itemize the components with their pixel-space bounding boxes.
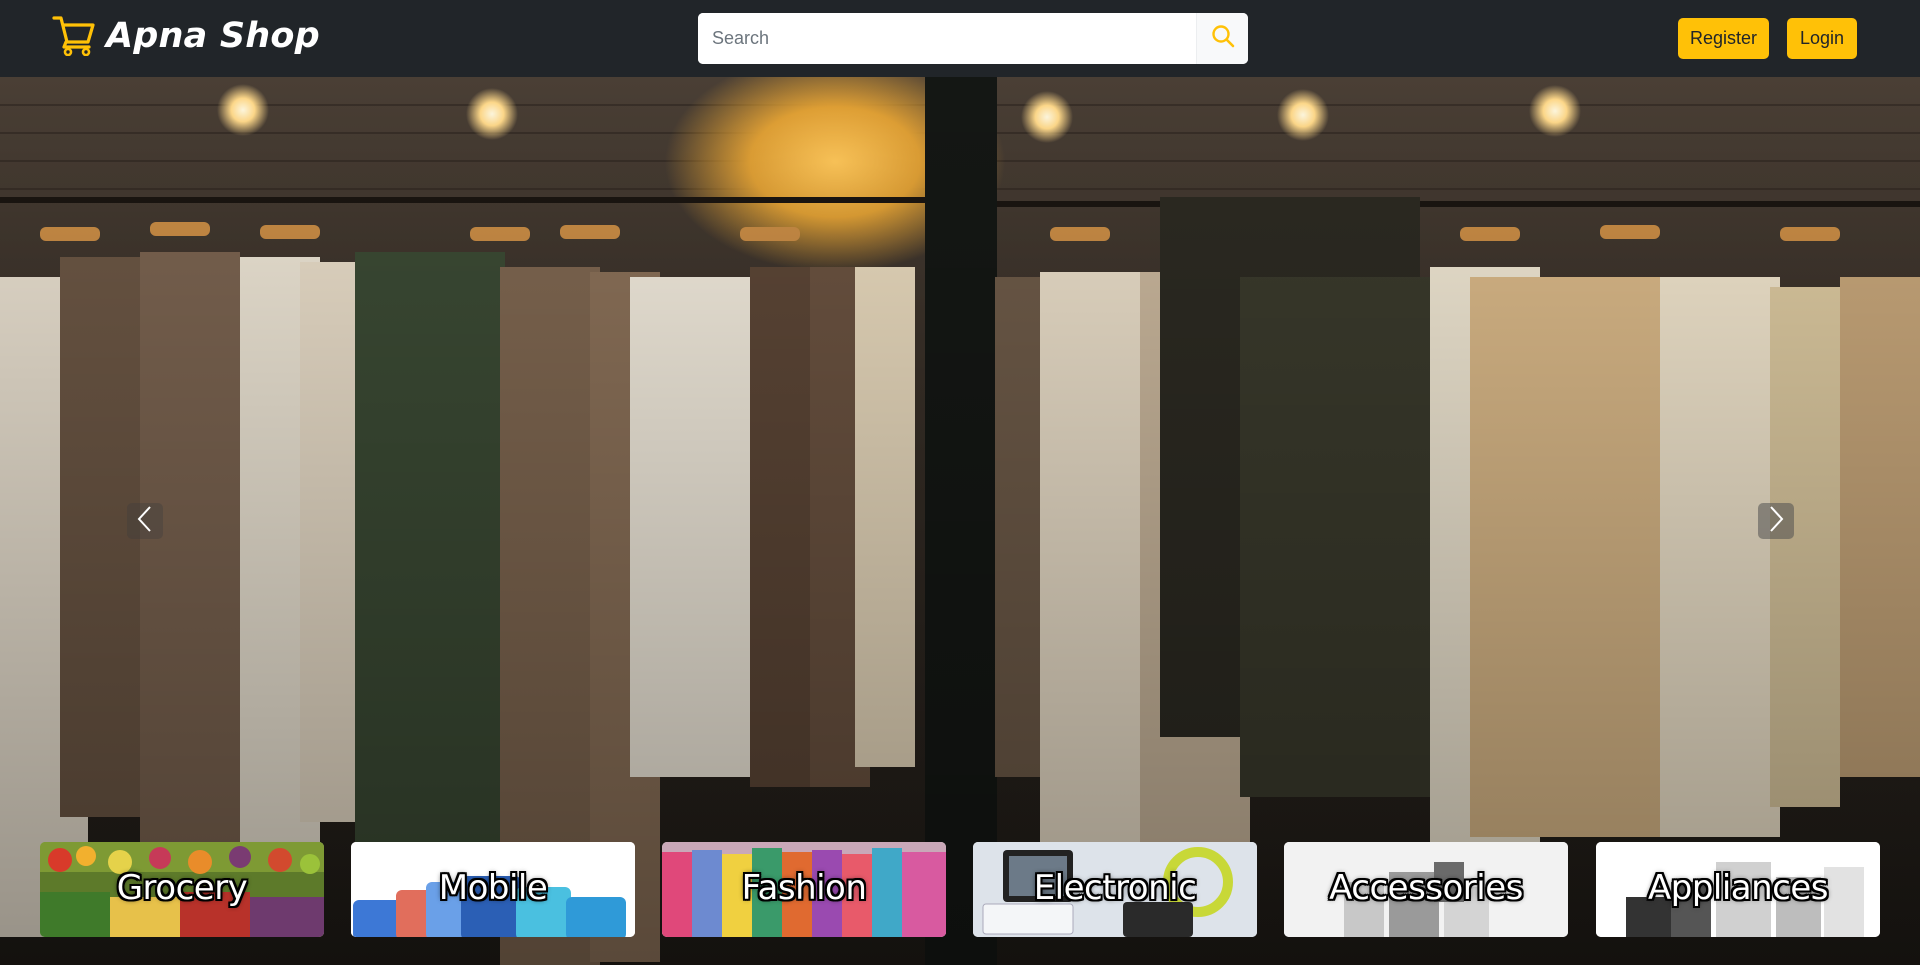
shopping-cart-icon xyxy=(52,12,96,61)
category-card-fashion[interactable]: Fashion xyxy=(662,842,946,937)
login-button[interactable]: Login xyxy=(1787,18,1857,59)
category-card-appliances[interactable]: Appliances xyxy=(1596,842,1880,937)
chevron-left-icon xyxy=(134,504,156,539)
category-card-accessories[interactable]: Accessories xyxy=(1284,842,1568,937)
search-button[interactable] xyxy=(1196,13,1248,64)
category-label: Fashion xyxy=(741,868,867,908)
category-label: Appliances xyxy=(1647,868,1829,908)
carousel-next-button[interactable] xyxy=(1758,503,1794,539)
hero-slide-image xyxy=(0,77,1920,965)
chevron-right-icon xyxy=(1765,504,1787,539)
category-card-mobile[interactable]: Mobile xyxy=(351,842,635,937)
category-label: Accessories xyxy=(1329,868,1523,908)
category-label: Mobile xyxy=(438,868,548,908)
category-card-grocery[interactable]: Grocery xyxy=(40,842,324,937)
category-label: Grocery xyxy=(116,868,248,908)
carousel-prev-button[interactable] xyxy=(127,503,163,539)
search-icon xyxy=(1210,23,1236,54)
register-button[interactable]: Register xyxy=(1678,18,1769,59)
search-input[interactable] xyxy=(698,13,1196,64)
hero-carousel xyxy=(0,77,1920,965)
category-label: Electronic xyxy=(1033,868,1197,908)
category-cards: Grocery Mobile Fashion Electronic Access… xyxy=(0,842,1920,938)
brand-link[interactable]: Apna Shop xyxy=(52,14,320,58)
category-card-electronic[interactable]: Electronic xyxy=(973,842,1257,937)
navbar: Apna Shop Register Login xyxy=(0,0,1920,77)
search-bar xyxy=(698,13,1248,64)
brand-name: Apna Shop xyxy=(106,16,320,56)
